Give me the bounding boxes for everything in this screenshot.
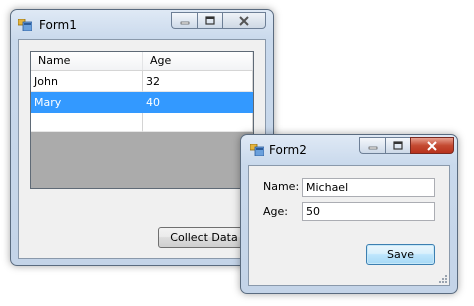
maximize-icon — [393, 140, 403, 150]
form2-maximize-button[interactable] — [385, 137, 410, 154]
list-item[interactable]: John 32 — [31, 71, 253, 92]
resize-grip-icon[interactable] — [438, 274, 448, 284]
form2-window[interactable]: Form2 Name: Michael Age: 50 Save — [240, 134, 458, 294]
form1-maximize-button[interactable] — [197, 12, 222, 29]
minimize-icon — [180, 21, 189, 24]
listview-header: Name Age — [31, 52, 253, 71]
column-header-name[interactable]: Name — [31, 52, 143, 70]
collect-data-button[interactable]: Collect Data — [158, 227, 250, 248]
save-button[interactable]: Save — [366, 244, 435, 265]
list-item-name: John — [31, 71, 143, 92]
list-item-name: Mary — [31, 92, 143, 113]
close-icon — [427, 140, 437, 151]
form1-window[interactable]: Form1 Name Age John 32 Mary 40 Collect D… — [10, 9, 274, 266]
list-item-age: 40 — [143, 92, 253, 113]
name-label: Name: — [263, 180, 300, 193]
column-header-age[interactable]: Age — [143, 52, 253, 70]
age-label: Age: — [263, 205, 288, 218]
name-field[interactable]: Michael — [302, 178, 435, 197]
form2-minimize-button[interactable] — [359, 137, 385, 154]
form1-title: Form1 — [39, 18, 77, 32]
minimize-icon — [368, 146, 377, 149]
list-item-age: 32 — [143, 71, 253, 92]
form1-minimize-button[interactable] — [171, 12, 197, 29]
form1-titlebar[interactable]: Form1 — [11, 10, 273, 38]
form2-titlebar[interactable]: Form2 — [241, 135, 457, 163]
list-item[interactable] — [31, 113, 253, 132]
form-app-icon — [250, 144, 264, 156]
form2-close-button[interactable] — [410, 137, 454, 154]
list-item-name — [31, 113, 143, 132]
maximize-icon — [205, 15, 215, 25]
form2-title: Form2 — [269, 143, 307, 157]
list-item-age — [143, 113, 253, 132]
form1-close-button[interactable] — [222, 12, 266, 29]
people-listview[interactable]: Name Age John 32 Mary 40 — [30, 51, 254, 189]
form-app-icon — [18, 19, 32, 31]
form1-client-area: Name Age John 32 Mary 40 Collect Data — [18, 39, 266, 259]
form2-client-area: Name: Michael Age: 50 Save — [248, 165, 450, 286]
close-icon — [239, 15, 249, 26]
age-field[interactable]: 50 — [302, 202, 435, 221]
list-item[interactable]: Mary 40 — [31, 92, 253, 113]
